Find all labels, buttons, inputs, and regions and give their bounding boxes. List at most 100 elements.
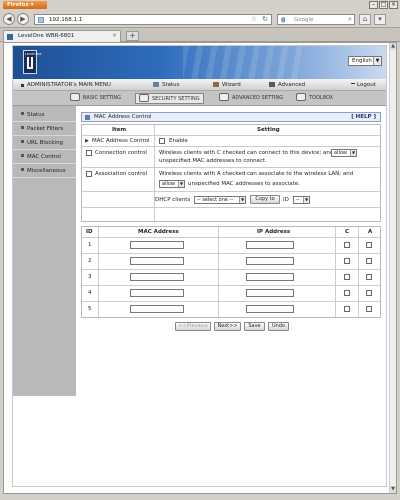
firefox-menu-button[interactable]: Firefox ▾	[3, 1, 47, 9]
menu-status[interactable]: Status	[153, 81, 180, 89]
logo-text: LevelOne	[25, 52, 42, 56]
save-button[interactable]: Save	[244, 322, 265, 331]
id-select[interactable]: -- ▼	[293, 196, 310, 204]
mac-address-control-label: MAC Address Control	[92, 138, 150, 144]
row-id: 2	[88, 258, 92, 264]
tab-close-icon[interactable]: ×	[112, 32, 117, 39]
tab-advanced-setting[interactable]: ADVANCED SETTING	[216, 93, 286, 104]
advanced-icon	[269, 82, 275, 87]
vertical-scrollbar[interactable]: ▲ ▼	[389, 43, 396, 493]
close-window-icon[interactable]: ×	[389, 1, 398, 9]
previous-button[interactable]: <<Previous	[175, 322, 211, 331]
table-divider	[358, 227, 359, 317]
connection-policy-select[interactable]: allow ▼	[331, 149, 357, 157]
browser-tab[interactable]: LevelOne WBR-6801 ×	[3, 30, 121, 42]
forward-icon[interactable]: ▶	[17, 13, 29, 25]
a-checkbox[interactable]	[366, 258, 372, 264]
ip-address-input[interactable]	[246, 257, 294, 265]
association-control-text: Wireless clients with A checked can asso…	[159, 171, 354, 177]
table-divider	[82, 146, 380, 147]
url-bar[interactable]: 192.168.1.1 ☆ ↻	[34, 14, 272, 25]
chevron-down-icon: ▼	[178, 181, 184, 187]
menu-advanced[interactable]: Advanced	[269, 81, 305, 89]
menu-status-label: Status	[162, 82, 180, 88]
undo-button[interactable]: Undo	[268, 322, 289, 331]
col-setting-header: Setting	[257, 127, 280, 133]
chevron-down-icon: ▼	[350, 150, 356, 156]
sidebar-item-status[interactable]: Status	[13, 108, 76, 122]
menu-wizard[interactable]: Wizard	[213, 81, 241, 89]
mac-address-input[interactable]	[130, 257, 184, 265]
sidebar-item-url-blocking[interactable]: URL Blocking	[13, 136, 76, 150]
ip-address-input[interactable]	[246, 305, 294, 313]
a-checkbox[interactable]	[366, 306, 372, 312]
bullet-icon	[21, 84, 24, 87]
levelone-logo: LevelOne	[23, 50, 41, 74]
c-checkbox[interactable]	[344, 274, 350, 280]
col-id-header: ID	[86, 229, 93, 235]
menu-advanced-label: Advanced	[278, 82, 306, 88]
row-id: 4	[88, 290, 92, 296]
help-link[interactable]: [ HELP ]	[351, 114, 376, 121]
tab-toolbox[interactable]: TOOLBOX	[293, 93, 336, 104]
mac-address-input[interactable]	[130, 289, 184, 297]
language-select[interactable]: English ▼	[348, 56, 382, 66]
c-checkbox[interactable]	[344, 306, 350, 312]
reload-icon[interactable]: ↻	[262, 15, 268, 23]
search-bar[interactable]: g Google ⌕	[277, 14, 355, 25]
a-checkbox[interactable]	[366, 290, 372, 296]
toolbar-menu-icon[interactable]: ▾	[374, 14, 386, 25]
mac-address-table: ID MAC Address IP Address C A 1 2 3 4 5	[81, 226, 381, 318]
sidebar-item-label: Miscellaneous	[27, 168, 66, 174]
table-divider	[82, 237, 380, 238]
mac-address-input[interactable]	[130, 305, 184, 313]
chevron-down-icon: ▼	[239, 197, 245, 203]
menu-logout-label: Logout	[357, 82, 376, 88]
id-label: ID	[283, 197, 289, 203]
connection-control-text: Wireless clients with C checked can conn…	[159, 150, 334, 156]
a-checkbox[interactable]	[366, 274, 372, 280]
mac-address-input[interactable]	[130, 241, 184, 249]
home-icon[interactable]: ⌂	[359, 14, 371, 25]
enable-checkbox[interactable]	[159, 138, 165, 144]
dhcp-clients-select[interactable]: -- select one -- ▼	[194, 196, 246, 204]
bookmark-star-icon[interactable]: ☆	[251, 15, 257, 23]
minimize-icon[interactable]: –	[369, 1, 378, 9]
association-policy-value: allow	[162, 181, 175, 187]
association-control-checkbox[interactable]	[86, 171, 92, 177]
tab-basic-setting[interactable]: BASIC SETTING	[67, 93, 124, 104]
tab-security-setting[interactable]: SECURITY SETTING	[135, 93, 204, 104]
c-checkbox[interactable]	[344, 258, 350, 264]
panel-icon	[85, 115, 90, 120]
menu-logout[interactable]: Logout	[351, 81, 376, 89]
maximize-icon[interactable]: □	[379, 1, 388, 9]
sidebar-item-mac-control[interactable]: MAC Control	[13, 150, 76, 164]
scroll-up-icon[interactable]: ▲	[390, 43, 396, 50]
scroll-down-icon[interactable]: ▼	[390, 486, 396, 493]
c-checkbox[interactable]	[344, 290, 350, 296]
c-checkbox[interactable]	[344, 242, 350, 248]
logo-glyph	[27, 57, 33, 69]
mac-address-input[interactable]	[130, 273, 184, 281]
connection-control-text-2: unspecified MAC addresses to connect.	[159, 158, 267, 164]
ip-address-input[interactable]	[246, 273, 294, 281]
firefox-menu-label: Firefox	[7, 2, 29, 8]
tab-favicon	[7, 34, 13, 40]
settings-table: Item Setting ▶ MAC Address Control Enabl…	[81, 124, 381, 222]
a-checkbox[interactable]	[366, 242, 372, 248]
new-tab-button[interactable]: +	[126, 31, 139, 41]
next-button[interactable]: Next>>	[214, 322, 241, 331]
sidebar-item-miscellaneous[interactable]: Miscellaneous	[13, 164, 76, 178]
association-control-text-2: unspecified MAC addresses to associate.	[188, 181, 300, 187]
search-icon[interactable]: ⌕	[348, 15, 352, 24]
sidebar-item-label: Packet Filters	[27, 126, 64, 132]
ip-address-input[interactable]	[246, 289, 294, 297]
site-favicon	[38, 17, 44, 23]
association-policy-select[interactable]: allow ▼	[159, 180, 185, 188]
back-icon[interactable]: ◀	[3, 13, 15, 25]
ip-address-input[interactable]	[246, 241, 294, 249]
copy-to-button[interactable]: Copy to	[250, 195, 280, 204]
sidebar-item-packet-filters[interactable]: Packet Filters	[13, 122, 76, 136]
connection-control-checkbox[interactable]	[86, 150, 92, 156]
table-divider	[218, 227, 219, 317]
